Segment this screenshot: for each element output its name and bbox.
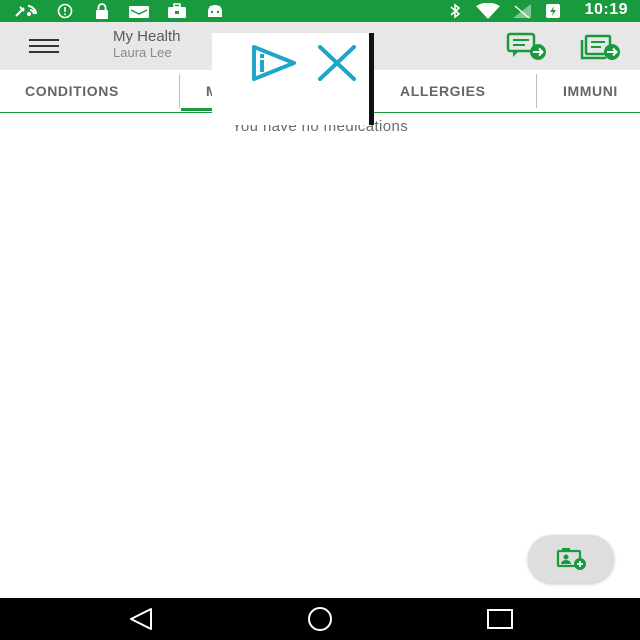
add-record-button[interactable] xyxy=(528,535,614,583)
overlay-edge xyxy=(369,33,374,125)
bluetooth-icon xyxy=(448,3,462,19)
tab-divider xyxy=(536,74,537,108)
tab-divider xyxy=(179,74,180,108)
back-icon xyxy=(130,608,152,630)
adchoices-icon xyxy=(252,45,296,81)
status-bar: 10:19 xyxy=(0,0,640,22)
mail-tray-icon xyxy=(127,3,151,19)
recents-button[interactable] xyxy=(485,606,515,632)
menu-icon-line xyxy=(29,51,59,53)
wifi-icon xyxy=(474,3,502,19)
status-time: 10:19 xyxy=(584,1,628,18)
menu-button[interactable] xyxy=(26,34,62,58)
tab-allergies[interactable]: ALLERGIES xyxy=(400,70,486,112)
page-title: My Health xyxy=(113,28,181,45)
adchoices-button[interactable] xyxy=(248,43,300,83)
tab-conditions[interactable]: CONDITIONS xyxy=(25,70,119,112)
send-record-button[interactable] xyxy=(578,30,624,64)
info-circle-icon xyxy=(56,3,74,19)
android-icon xyxy=(205,3,225,19)
back-button[interactable] xyxy=(126,606,156,632)
close-ad-button[interactable] xyxy=(316,43,358,83)
add-record-icon xyxy=(556,548,586,570)
home-button[interactable] xyxy=(305,606,335,632)
patient-name: Laura Lee xyxy=(113,45,172,60)
recents-icon xyxy=(487,609,513,629)
menu-icon xyxy=(29,39,59,41)
battery-charging-icon xyxy=(544,3,562,19)
tab-immunizations[interactable]: IMMUNI xyxy=(563,70,618,112)
send-record-icon xyxy=(580,34,620,60)
send-message-icon xyxy=(506,32,546,60)
lock-icon xyxy=(93,3,111,19)
menu-icon-line xyxy=(29,45,59,47)
no-signal-icon xyxy=(511,3,533,19)
home-icon xyxy=(308,607,332,631)
ad-overlay xyxy=(212,33,374,125)
wrench-satellite-icon xyxy=(14,3,42,19)
briefcase-icon xyxy=(166,3,188,19)
navigation-bar xyxy=(0,598,640,640)
send-message-button[interactable] xyxy=(504,30,550,64)
close-icon xyxy=(318,45,356,81)
